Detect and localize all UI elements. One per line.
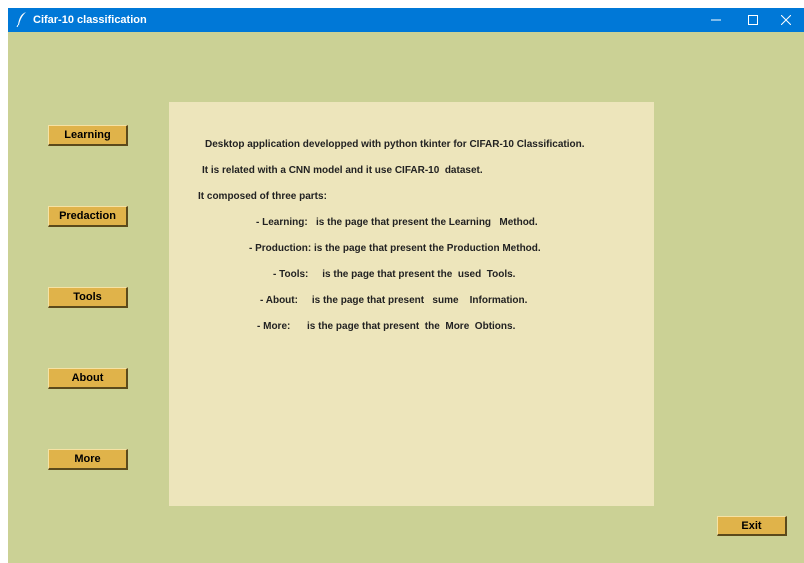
more-button[interactable]: More: [48, 449, 128, 470]
window-title: Cifar-10 classification: [33, 14, 147, 26]
part-about-text: - About: is the page that present sume I…: [260, 295, 528, 306]
minimize-icon: [711, 15, 721, 25]
part-production-text: - Production: is the page that present t…: [249, 243, 541, 254]
composed-text: It composed of three parts:: [198, 191, 327, 202]
description-panel: Desktop application developped with pyth…: [169, 102, 654, 506]
feather-icon: [15, 11, 29, 28]
close-icon: [781, 15, 791, 25]
part-learning-text: - Learning: is the page that present the…: [256, 217, 538, 228]
exit-button[interactable]: Exit: [717, 516, 787, 536]
related-text: It is related with a CNN model and it us…: [202, 165, 483, 176]
maximize-button[interactable]: [735, 8, 771, 32]
tools-button[interactable]: Tools: [48, 287, 128, 308]
part-more-text: - More: is the page that present the Mor…: [257, 321, 516, 332]
about-button[interactable]: About: [48, 368, 128, 389]
app-window: Cifar-10 classification Learning Predact…: [8, 8, 804, 563]
part-tools-text: - Tools: is the page that present the us…: [273, 269, 516, 280]
close-button[interactable]: [768, 8, 804, 32]
predaction-button[interactable]: Predaction: [48, 206, 128, 227]
learning-button[interactable]: Learning: [48, 125, 128, 146]
minimize-button[interactable]: [698, 8, 734, 32]
title-bar[interactable]: Cifar-10 classification: [8, 8, 804, 32]
intro-text: Desktop application developped with pyth…: [205, 139, 585, 150]
maximize-icon: [748, 15, 758, 25]
